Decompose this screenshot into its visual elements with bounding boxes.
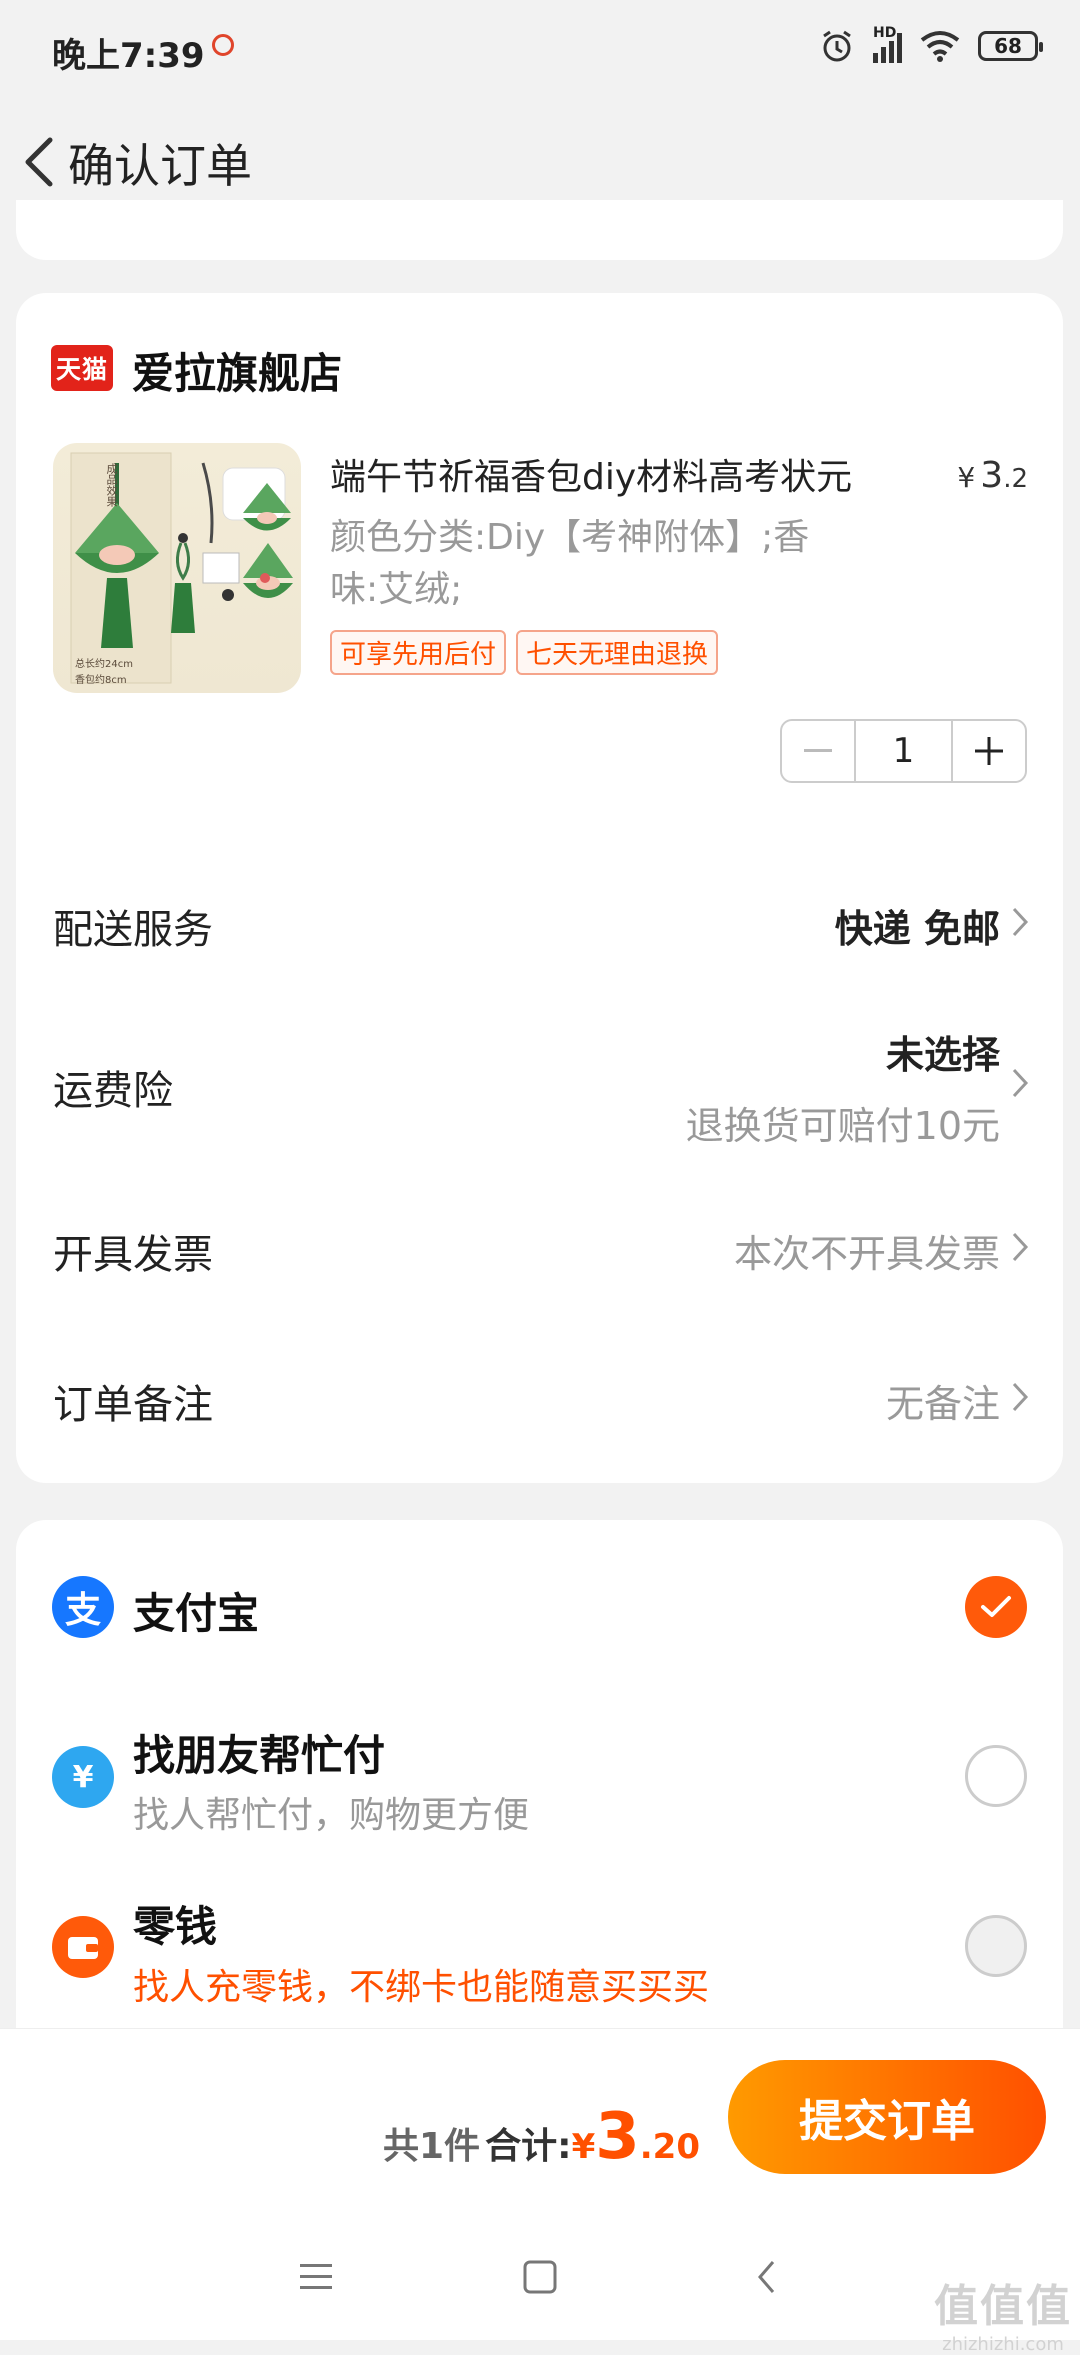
insurance-label: 运费险 bbox=[53, 1068, 173, 1114]
chevron-right-icon[interactable] bbox=[1010, 1380, 1030, 1414]
total-currency: ¥ bbox=[571, 2127, 596, 2167]
total-label: 合计: bbox=[485, 2126, 572, 2167]
friend-pay-radio[interactable] bbox=[965, 1745, 1027, 1807]
wallet-icon bbox=[52, 1916, 114, 1978]
order-total: 共1件 合计:¥3.20 bbox=[383, 2100, 700, 2174]
check-icon bbox=[981, 1596, 1011, 1617]
tag-pay-later: 可享先用后付 bbox=[330, 630, 507, 675]
back-arrow-icon[interactable] bbox=[12, 132, 64, 192]
quantity-stepper: 1 bbox=[780, 719, 1027, 783]
insurance-value[interactable]: 未选择 bbox=[886, 1024, 1000, 1079]
price-currency: ¥ bbox=[957, 461, 976, 494]
alipay-radio[interactable] bbox=[965, 1576, 1027, 1638]
chevron-right-icon[interactable] bbox=[1010, 1066, 1030, 1100]
menu-icon[interactable] bbox=[300, 2262, 334, 2292]
decrease-button[interactable] bbox=[782, 721, 854, 781]
watermark-logo: 值值值 bbox=[934, 2281, 1072, 2332]
status-time: 晚上7:39 bbox=[52, 36, 205, 76]
change-sub: 找人充零钱，不绑卡也能随意买买买 bbox=[133, 1967, 710, 2008]
change-label[interactable]: 零钱 bbox=[133, 1893, 217, 1954]
invoice-value[interactable]: 本次不开具发票 bbox=[734, 1223, 1000, 1278]
price-integer: 3 bbox=[980, 455, 1004, 496]
invoice-label: 开具发票 bbox=[53, 1232, 213, 1278]
product-tags: 可享先用后付 七天无理由退换 bbox=[330, 630, 719, 675]
signal-icon: HD bbox=[873, 25, 902, 63]
remark-value[interactable]: 无备注 bbox=[886, 1373, 1000, 1428]
tmall-logo: 天猫 bbox=[51, 345, 113, 391]
friend-pay-sub: 找人帮忙付，购物更方便 bbox=[133, 1795, 530, 1836]
back-nav-icon[interactable] bbox=[755, 2258, 779, 2296]
image-caption-title: 成品效果 bbox=[105, 463, 118, 507]
friend-pay-label[interactable]: 找朋友帮忙付 bbox=[133, 1722, 385, 1783]
increase-button[interactable] bbox=[953, 721, 1025, 781]
change-radio[interactable] bbox=[965, 1915, 1027, 1977]
status-icons: HD 68 bbox=[819, 25, 1043, 64]
plus-icon bbox=[975, 737, 1003, 765]
item-count: 共1件 bbox=[383, 2126, 481, 2167]
delivery-label: 配送服务 bbox=[53, 907, 213, 953]
battery-icon: 68 bbox=[978, 31, 1043, 61]
home-icon[interactable] bbox=[523, 2260, 557, 2294]
minus-icon bbox=[804, 749, 832, 752]
tag-7day-return: 七天无理由退换 bbox=[516, 630, 719, 675]
submit-order-button[interactable]: 提交订单 bbox=[728, 2060, 1046, 2174]
image-caption-length: 总长约24cm bbox=[75, 659, 133, 670]
address-card-bottom bbox=[16, 200, 1063, 260]
product-title[interactable]: 端午节祈福香包diy材料高考状元 bbox=[330, 448, 852, 500]
alipay-label[interactable]: 支付宝 bbox=[133, 1580, 259, 1641]
wifi-icon bbox=[920, 31, 960, 62]
product-spec[interactable]: 颜色分类:Diy【考神附体】;香味:艾绒; bbox=[330, 512, 850, 616]
friend-pay-icon: ¥ bbox=[52, 1746, 114, 1808]
alipay-icon: 支 bbox=[52, 1576, 114, 1638]
image-caption-size: 香包约8cm bbox=[75, 675, 127, 686]
delivery-value[interactable]: 快递 免邮 bbox=[835, 898, 1000, 953]
notification-icon bbox=[212, 34, 234, 56]
chevron-right-icon[interactable] bbox=[1010, 905, 1030, 939]
product-image[interactable]: 成品效果 总长约24cm 香包约8cm bbox=[53, 443, 301, 693]
insurance-sub: 退换货可赔付10元 bbox=[685, 1104, 1000, 1148]
quantity-value[interactable]: 1 bbox=[854, 721, 953, 781]
price-decimal: .2 bbox=[1003, 464, 1028, 494]
watermark-url: zhizhizhi.com bbox=[942, 2334, 1064, 2355]
alarm-icon bbox=[823, 30, 851, 62]
product-price: ¥ 3.2 bbox=[957, 455, 1028, 496]
watermark: 值值值 zhizhizhi.com bbox=[934, 2270, 1072, 2355]
total-integer: 3 bbox=[595, 2100, 640, 2174]
page-title: 确认订单 bbox=[68, 139, 252, 193]
shop-name[interactable]: 爱拉旗舰店 bbox=[132, 340, 342, 401]
total-decimal: .20 bbox=[639, 2127, 700, 2167]
chevron-right-icon[interactable] bbox=[1010, 1230, 1030, 1264]
remark-label: 订单备注 bbox=[53, 1382, 213, 1428]
network-type: HD bbox=[873, 25, 897, 41]
